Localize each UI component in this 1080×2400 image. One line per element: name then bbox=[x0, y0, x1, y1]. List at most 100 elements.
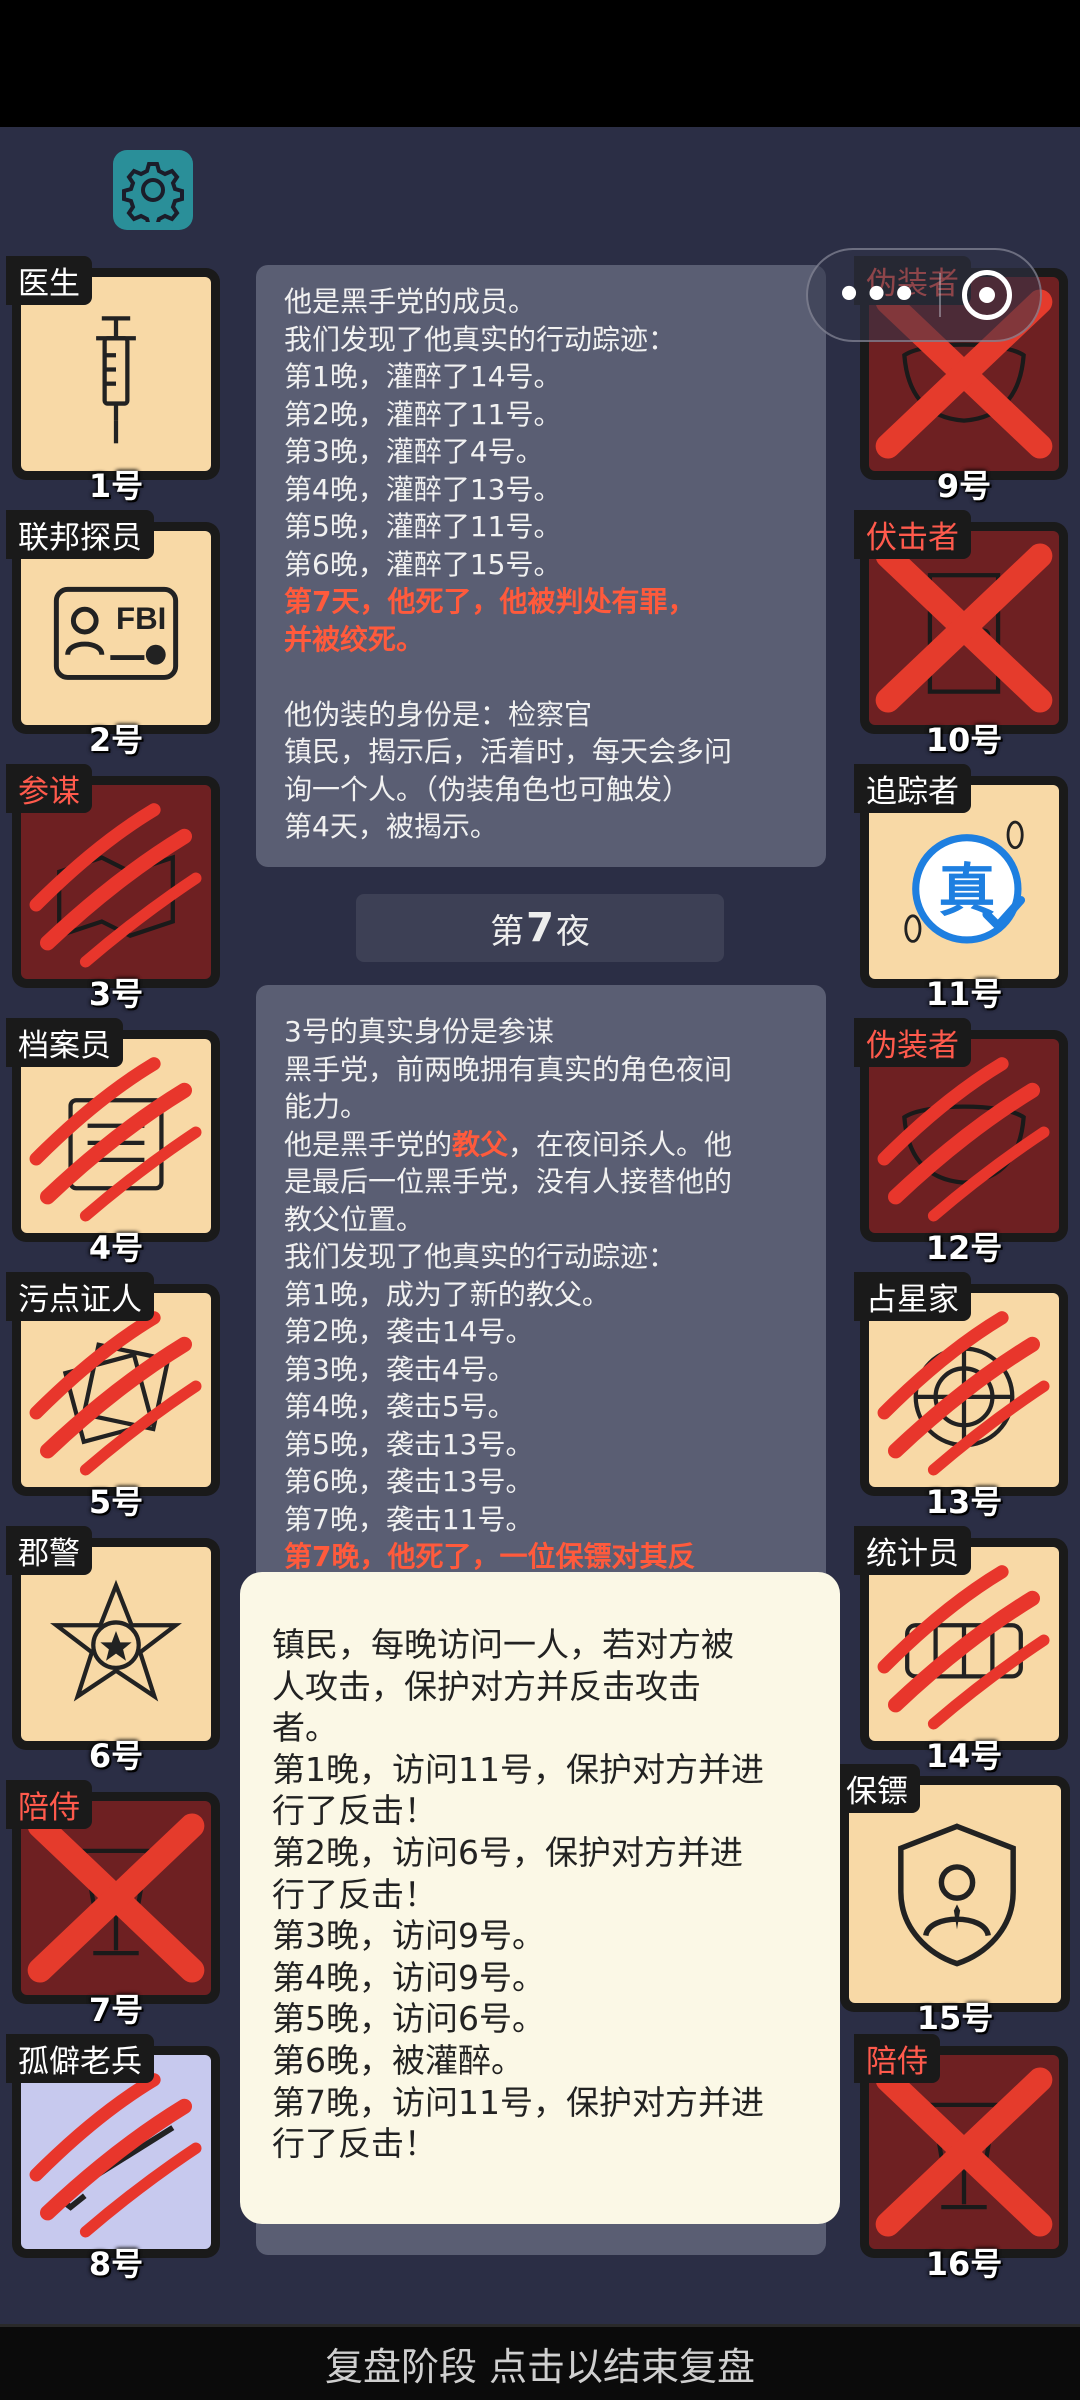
night-number: 7 bbox=[526, 905, 554, 951]
player-card-16[interactable]: 陪侍 16号 bbox=[854, 2034, 1068, 2283]
log-text: 教父位置。 bbox=[284, 1202, 425, 1236]
player-card-5[interactable]: 污点证人 5号 bbox=[6, 1272, 220, 1521]
log-line: 是最后一位黑手党，没有人接替他的 bbox=[284, 1163, 798, 1201]
x-mark-icon bbox=[875, 2067, 1053, 2237]
role-label: 孤僻老兵 bbox=[6, 2034, 154, 2083]
player-card-11[interactable]: 真 追踪者 11号 bbox=[854, 764, 1068, 1013]
role-label: 陪侍 bbox=[6, 1780, 92, 1829]
log-line: 第7天，他死了，他被判处有罪， bbox=[284, 585, 696, 618]
close-record-icon[interactable] bbox=[961, 270, 1012, 320]
player-card-15-selected[interactable]: 保镖 15号 bbox=[834, 1764, 1070, 2037]
log-line: 第6晚，灌醉了15号。 bbox=[284, 547, 562, 581]
role-label: 伏击者 bbox=[854, 510, 971, 559]
log-line: 并被绞死。 bbox=[284, 622, 425, 656]
log-line: 第4天，被揭示。 bbox=[284, 810, 498, 843]
player-number: 8号 bbox=[88, 2245, 144, 2283]
log-line: 他伪装的身份是：检察官 bbox=[284, 697, 593, 731]
role-label: 追踪者 bbox=[854, 764, 971, 813]
night-prefix: 第 bbox=[490, 911, 525, 952]
log-line: 第3晚，袭击4号。 bbox=[284, 1351, 798, 1389]
role-label: 联邦探员 bbox=[6, 510, 154, 559]
sheriff-star-icon bbox=[50, 1579, 182, 1702]
player-number: 16号 bbox=[925, 2245, 1003, 2283]
log-line: 第7晚，他死了，一位保镖对其反 bbox=[284, 1538, 798, 1576]
log-line: 他是黑手党的成员。 bbox=[284, 285, 537, 318]
player-number: 13号 bbox=[925, 1483, 1003, 1521]
night-suffix: 夜 bbox=[555, 911, 590, 952]
log-highlight: 教父 bbox=[452, 1127, 509, 1161]
replay-screen: ••• 医生 1号 FBI 联邦探员 2号 参谋 3号 档案员 4号 污点证人 … bbox=[0, 0, 1080, 2400]
player-card-8[interactable]: 孤僻老兵 8号 bbox=[6, 2034, 220, 2283]
player-card-4[interactable]: 档案员 4号 bbox=[6, 1018, 220, 1267]
log-text: 第4晚，袭击5号。 bbox=[284, 1390, 516, 1423]
x-mark-icon bbox=[27, 1813, 205, 1983]
status-bar-area bbox=[0, 0, 1080, 127]
popup-line: 第2晚，访问6号，保护对方并进 bbox=[272, 1832, 743, 1872]
player-card-1[interactable]: 医生 1号 bbox=[6, 256, 220, 505]
fbi-badge-icon: FBI bbox=[53, 586, 179, 680]
log-line: 能力。 bbox=[284, 1088, 798, 1126]
settings-button[interactable] bbox=[113, 150, 193, 230]
player-number: 15号 bbox=[916, 1999, 994, 2037]
log-text: 第2晚，袭击14号。 bbox=[284, 1315, 534, 1348]
player-card-7[interactable]: 陪侍 7号 bbox=[6, 1780, 220, 2029]
popup-line: 行了反击！ bbox=[272, 2124, 437, 2164]
player-card-6[interactable]: 郡警 6号 bbox=[6, 1526, 220, 1775]
log-line: 第7晚，袭击11号。 bbox=[284, 1501, 798, 1539]
player-number: 12号 bbox=[925, 1229, 1003, 1267]
role-label: 保镖 bbox=[834, 1764, 920, 1813]
claw-mark-icon bbox=[29, 2073, 202, 2238]
bodyguard-shield-icon bbox=[898, 1823, 1016, 1967]
log-text: 第3晚，袭击4号。 bbox=[284, 1352, 516, 1386]
player-card-2[interactable]: FBI 联邦探员 2号 bbox=[6, 510, 220, 759]
replay-log-upper[interactable]: 他是黑手党的成员。 我们发现了他真实的行动踪迹： 第1晚，灌醉了14号。 第2晚，灌醉… bbox=[256, 265, 826, 867]
log-line: 第5晚，灌醉了11号。 bbox=[284, 510, 562, 543]
log-text: 他是黑手党的 bbox=[284, 1127, 453, 1161]
player-card-12[interactable]: 伪装者 12号 bbox=[854, 1018, 1068, 1267]
log-text: 能力。 bbox=[284, 1090, 369, 1123]
log-text: 我们发现了他真实的行动踪迹： bbox=[284, 1240, 677, 1273]
role-label: 医生 bbox=[6, 256, 92, 305]
log-text: 黑手党，前两晚拥有真实的角色夜间 bbox=[284, 1052, 733, 1086]
mini-program-capsule: ••• bbox=[806, 248, 1042, 342]
claw-mark-icon bbox=[877, 1311, 1050, 1476]
role-label: 郡警 bbox=[6, 1526, 92, 1575]
log-line: 询一个人。（伪装角色也可触发） bbox=[284, 772, 691, 806]
role-label: 占星家 bbox=[854, 1272, 971, 1321]
log-text: ，在夜间杀人。他 bbox=[508, 1127, 733, 1161]
log-text: 第7晚，袭击11号。 bbox=[284, 1502, 534, 1536]
log-lines: 3号的真实身份是参谋 黑手党，前两晚拥有真实的角色夜间 能力。 他是黑手党的教父，在夜… bbox=[284, 1013, 798, 1576]
more-options-icon[interactable]: ••• bbox=[836, 275, 919, 315]
role-label: 参谋 bbox=[6, 764, 92, 813]
role-detail-popup[interactable]: 镇民，每晚访问一人，若对方被 人攻击，保护对方并反击攻击 者。 第1晚，访问11号，保… bbox=[240, 1572, 840, 2224]
stamp-glyph: 真 bbox=[938, 858, 995, 924]
log-line: 第6晚，袭击13号。 bbox=[284, 1463, 798, 1501]
end-replay-button[interactable]: 复盘阶段 点击以结束复盘 bbox=[0, 2324, 1080, 2400]
role-label: 伪装者 bbox=[854, 1018, 971, 1067]
svg-text:FBI: FBI bbox=[116, 601, 166, 636]
log-line: 第2晚，袭击14号。 bbox=[284, 1313, 798, 1351]
log-text: 第1晚，成为了新的教父。 bbox=[284, 1277, 610, 1311]
night-header: 第 7 夜 bbox=[356, 894, 724, 962]
popup-line: 行了反击！ bbox=[272, 1791, 437, 1831]
player-card-3[interactable]: 参谋 3号 bbox=[6, 764, 220, 1013]
popup-text: 镇民，每晚访问一人，若对方被 人攻击，保护对方并反击攻击 者。 第1晚，访问11号，保… bbox=[272, 1624, 808, 2165]
player-card-13[interactable]: 占星家 13号 bbox=[854, 1272, 1068, 1521]
claw-mark-icon bbox=[29, 803, 202, 968]
log-text: 第6晚，袭击13号。 bbox=[284, 1465, 534, 1498]
popup-line: 第4晚，访问9号。 bbox=[272, 1957, 545, 1997]
player-number: 10号 bbox=[925, 721, 1003, 759]
popup-line: 第5晚，访问6号。 bbox=[272, 1999, 545, 2039]
syringe-icon bbox=[96, 316, 136, 444]
capsule-divider bbox=[939, 273, 942, 317]
role-label: 污点证人 bbox=[6, 1272, 154, 1321]
player-card-14[interactable]: 统计员 14号 bbox=[854, 1526, 1068, 1775]
x-mark-icon bbox=[875, 543, 1053, 713]
player-number: 9号 bbox=[936, 467, 992, 505]
popup-line: 者。 bbox=[272, 1708, 338, 1748]
player-card-10[interactable]: 伏击者 10号 bbox=[854, 510, 1068, 759]
popup-line: 第6晚，被灌醉。 bbox=[272, 2040, 524, 2080]
player-number: 3号 bbox=[88, 975, 144, 1013]
log-line: 我们发现了他真实的行动踪迹： bbox=[284, 322, 677, 356]
